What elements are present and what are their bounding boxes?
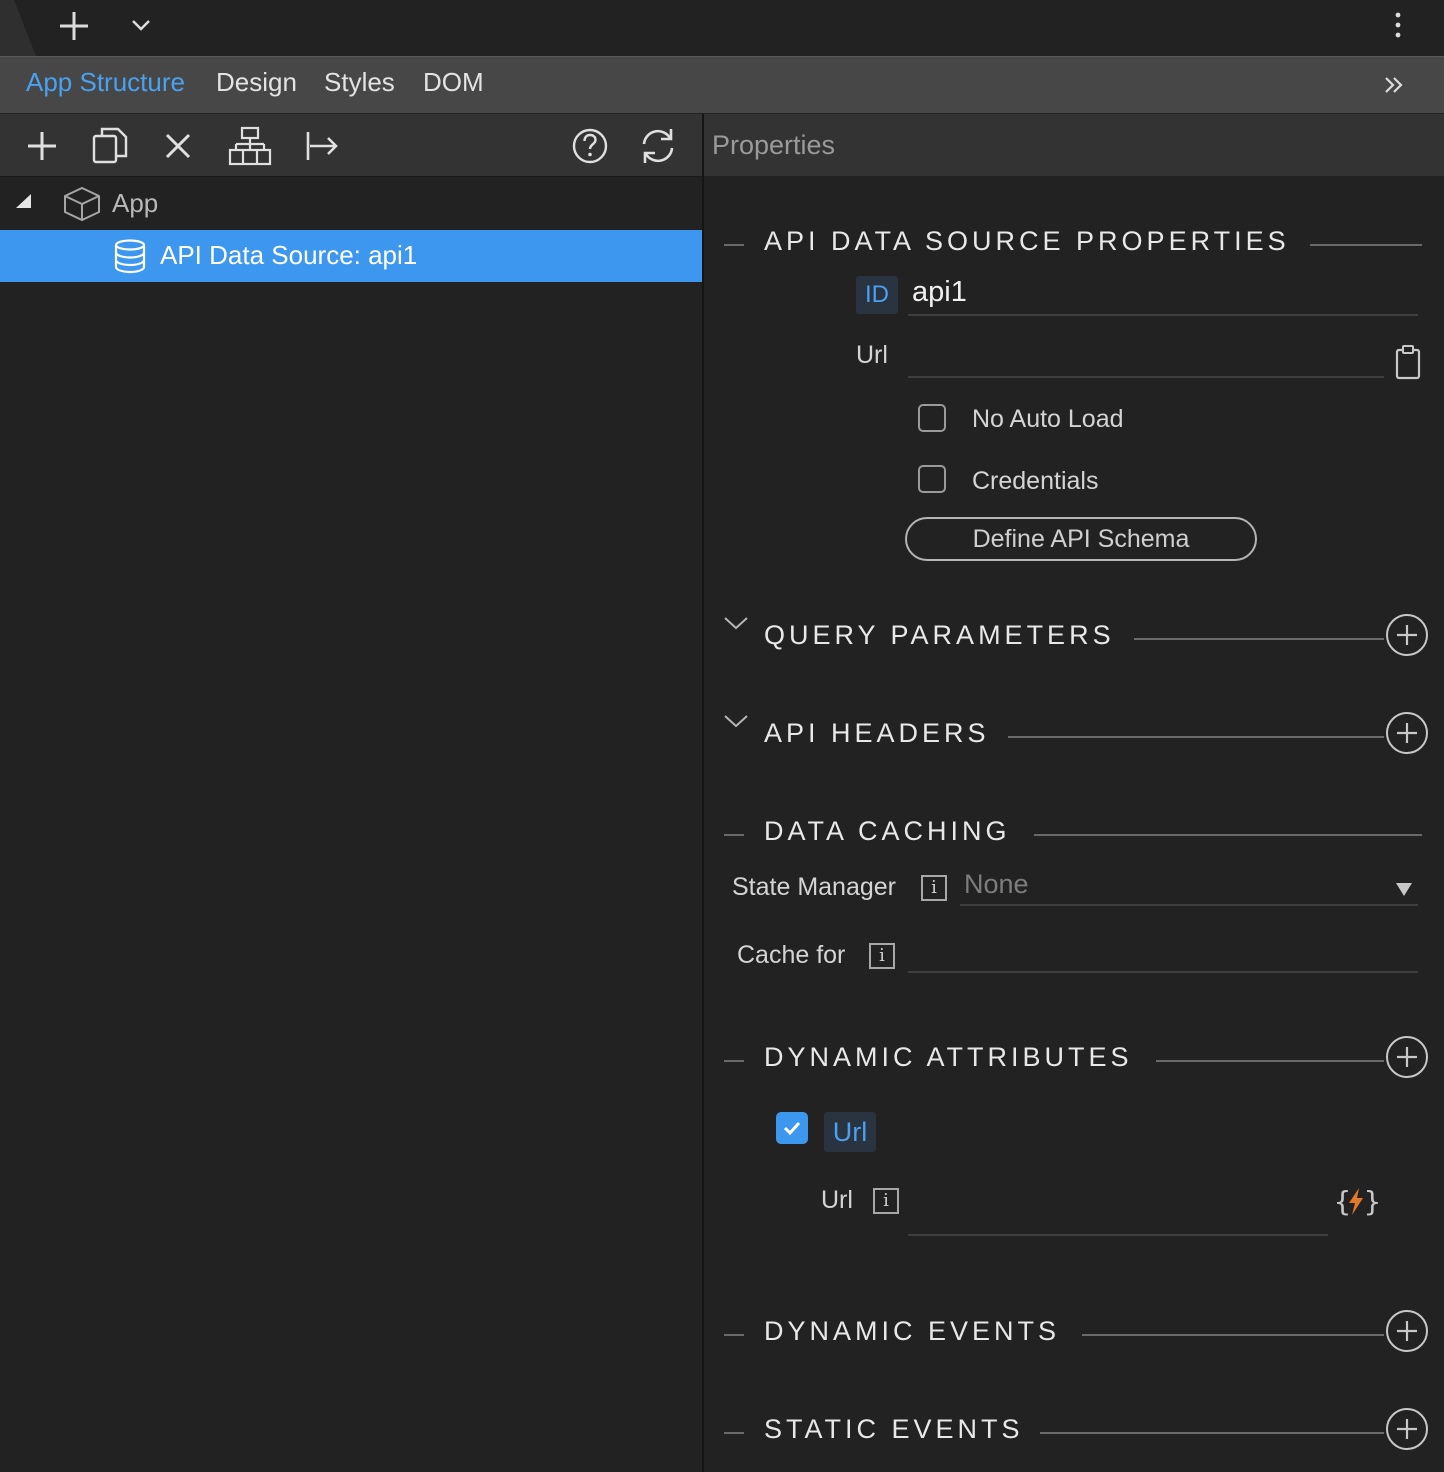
expand-triangle-icon[interactable] bbox=[14, 192, 34, 212]
state-manager-underline bbox=[960, 904, 1418, 906]
section-rule bbox=[724, 1060, 744, 1062]
url-input-underline bbox=[908, 376, 1384, 378]
state-manager-select[interactable]: None bbox=[964, 869, 1029, 900]
id-input-underline bbox=[908, 314, 1418, 316]
section-rule bbox=[1082, 1334, 1384, 1336]
plus-icon[interactable] bbox=[20, 124, 64, 168]
section-rule bbox=[1310, 244, 1422, 246]
tab-design[interactable]: Design bbox=[216, 67, 297, 98]
section-rule bbox=[724, 1432, 744, 1434]
chevron-down-icon[interactable] bbox=[722, 712, 750, 732]
section-rule bbox=[724, 834, 744, 836]
section-title-static-events: STATIC EVENTS bbox=[764, 1414, 1024, 1444]
cache-for-underline bbox=[908, 971, 1418, 973]
clipboard-icon[interactable] bbox=[1394, 344, 1422, 380]
section-rule bbox=[1040, 1432, 1384, 1434]
info-icon[interactable]: i bbox=[869, 943, 895, 969]
tab-dom[interactable]: DOM bbox=[423, 67, 484, 98]
section-rule bbox=[724, 244, 744, 246]
move-in-icon[interactable] bbox=[300, 124, 344, 168]
cache-for-input[interactable] bbox=[908, 936, 1418, 970]
dynamic-url-underline bbox=[908, 1234, 1328, 1236]
state-manager-label: State Manager bbox=[732, 873, 896, 901]
add-dynamic-event-button[interactable] bbox=[1385, 1309, 1429, 1353]
credentials-checkbox[interactable] bbox=[918, 465, 946, 493]
cache-for-label: Cache for bbox=[737, 941, 846, 969]
database-icon bbox=[114, 239, 146, 274]
kebab-menu-icon[interactable] bbox=[1388, 10, 1408, 40]
no-auto-load-label: No Auto Load bbox=[972, 405, 1124, 433]
url-label: Url bbox=[856, 341, 888, 369]
section-title-dynamic-events: DYNAMIC EVENTS bbox=[764, 1316, 1061, 1346]
tree-item-label: API Data Source: api1 bbox=[160, 240, 418, 270]
svg-text:{: { bbox=[1334, 1185, 1351, 1218]
add-dynamic-attribute-button[interactable] bbox=[1385, 1035, 1429, 1079]
panel-tabs: App Structure Design Styles DOM bbox=[0, 56, 1444, 113]
define-api-schema-button[interactable]: Define API Schema bbox=[905, 517, 1257, 561]
section-title-dynamic-attributes: DYNAMIC ATTRIBUTES bbox=[764, 1042, 1133, 1072]
chevron-down-icon[interactable] bbox=[722, 614, 750, 634]
refresh-icon[interactable] bbox=[636, 124, 680, 168]
url-attribute-checkbox[interactable] bbox=[776, 1112, 808, 1144]
properties-title: Properties bbox=[712, 130, 836, 160]
id-input[interactable]: api1 bbox=[912, 276, 967, 309]
close-icon[interactable] bbox=[156, 124, 200, 168]
url-attribute-tag[interactable]: Url bbox=[824, 1112, 876, 1152]
add-static-event-button[interactable] bbox=[1385, 1407, 1429, 1451]
svg-text:}: } bbox=[1364, 1185, 1378, 1218]
section-rule bbox=[1034, 834, 1422, 836]
copy-icon[interactable] bbox=[88, 124, 132, 168]
panel-divider[interactable] bbox=[702, 114, 704, 1472]
tree-item-app[interactable]: App bbox=[0, 178, 702, 230]
dynamic-data-picker-icon[interactable]: { } bbox=[1334, 1184, 1378, 1218]
dynamic-url-label: Url bbox=[821, 1186, 853, 1214]
structure-toolbar bbox=[0, 114, 702, 177]
id-badge: ID bbox=[856, 276, 898, 314]
double-chevron-right-icon[interactable] bbox=[1380, 71, 1408, 99]
section-title-api-properties: API DATA SOURCE PROPERTIES bbox=[764, 226, 1290, 256]
info-icon[interactable]: i bbox=[873, 1188, 899, 1214]
panel-tab-shape bbox=[0, 0, 36, 56]
section-rule bbox=[1134, 638, 1384, 640]
credentials-label: Credentials bbox=[972, 467, 1099, 495]
section-title-query-parameters: QUERY PARAMETERS bbox=[764, 620, 1115, 650]
section-title-api-headers: API HEADERS bbox=[764, 718, 990, 748]
tree-item-label: App bbox=[112, 188, 159, 218]
tree-item-api-data-source[interactable]: API Data Source: api1 bbox=[0, 230, 702, 282]
tab-app-structure[interactable]: App Structure bbox=[26, 67, 185, 98]
tab-styles[interactable]: Styles bbox=[324, 67, 395, 98]
no-auto-load-checkbox[interactable] bbox=[918, 404, 946, 432]
section-rule bbox=[1156, 1060, 1384, 1062]
cube-icon bbox=[64, 186, 100, 222]
window-topbar bbox=[0, 0, 1444, 56]
section-rule bbox=[1008, 736, 1384, 738]
dropdown-arrow-icon[interactable] bbox=[1394, 880, 1414, 898]
chevron-down-icon[interactable] bbox=[128, 12, 154, 38]
add-query-parameter-button[interactable] bbox=[1385, 613, 1429, 657]
dynamic-url-input[interactable] bbox=[912, 1186, 1322, 1220]
url-input[interactable] bbox=[912, 341, 1382, 373]
plus-icon[interactable] bbox=[56, 8, 92, 44]
help-icon[interactable] bbox=[568, 124, 612, 168]
section-rule bbox=[724, 1334, 744, 1336]
section-title-data-caching: DATA CACHING bbox=[764, 816, 1011, 846]
structure-icon[interactable] bbox=[228, 124, 272, 168]
info-icon[interactable]: i bbox=[921, 875, 947, 901]
add-api-header-button[interactable] bbox=[1385, 711, 1429, 755]
properties-header: Properties bbox=[704, 114, 1444, 176]
